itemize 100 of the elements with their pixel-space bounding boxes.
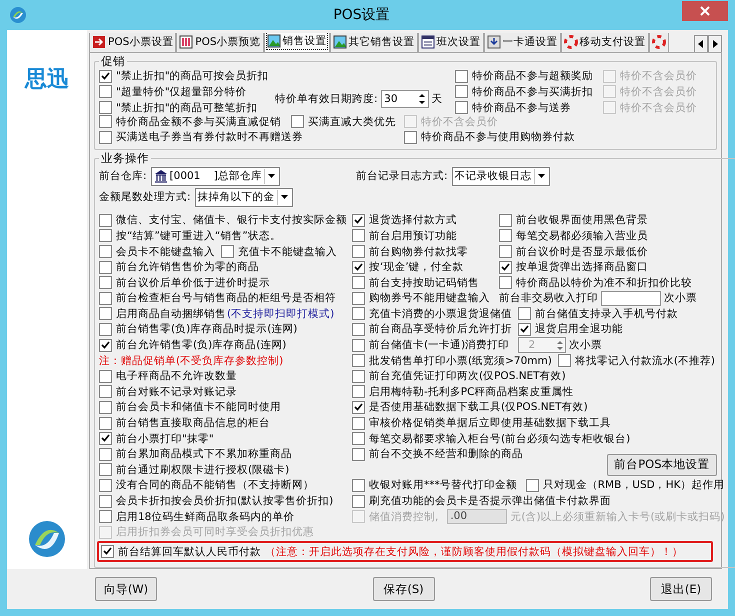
checkbox[interactable] (352, 432, 365, 446)
tab[interactable]: POS小票设置 (89, 33, 176, 52)
checkbox[interactable] (352, 370, 365, 383)
checkbox[interactable] (499, 245, 512, 258)
checkbox[interactable] (352, 354, 365, 368)
checkbox[interactable] (499, 214, 512, 227)
close-button[interactable] (682, 1, 728, 21)
checkbox[interactable] (99, 370, 112, 383)
exit-icon (92, 35, 106, 50)
checkbox[interactable] (352, 385, 365, 398)
checkbox[interactable] (352, 448, 365, 461)
checkbox[interactable] (99, 338, 112, 352)
checkbox[interactable] (352, 478, 365, 492)
checkbox[interactable] (99, 292, 112, 305)
checkbox[interactable] (499, 229, 512, 242)
caret-icon (281, 195, 288, 200)
option-label: 特价商品金额不参与买满直减促销 (116, 114, 281, 129)
option-label: 前台充值凭证打印两次(仅POS.NET有效) (369, 369, 566, 384)
tab[interactable]: POS小票预览 (176, 33, 264, 52)
log-mode-dropdown[interactable]: 不记录收银日志 (452, 166, 550, 186)
tab[interactable] (648, 33, 669, 52)
option-label: 前台支持按助记码销售 (369, 276, 479, 290)
checkbox[interactable] (352, 338, 365, 352)
checkbox[interactable] (99, 70, 112, 83)
dialog-button[interactable]: 退出(E) (650, 577, 712, 601)
option-label: 将找零记入付款流水(不推荐) (574, 354, 716, 368)
input-field[interactable] (601, 290, 661, 306)
checkbox[interactable] (352, 260, 365, 274)
checkbox[interactable] (518, 307, 531, 320)
checkbox[interactable] (99, 260, 112, 274)
checkbox[interactable] (99, 85, 112, 98)
checkbox[interactable] (99, 115, 112, 128)
option-label: 特价商品以特价为准不和折扣价比较 (516, 276, 692, 290)
checkbox[interactable] (99, 463, 112, 476)
checkbox[interactable] (99, 494, 112, 508)
option-label: 买满送电子券当有券付款时不再赠送券 (116, 130, 303, 144)
settings-button[interactable]: 前台POS本地设置 (607, 454, 717, 476)
checkbox[interactable] (99, 510, 112, 524)
number-spinner[interactable]: 30 (380, 90, 429, 108)
option-label: 充值卡不能键盘输入 (238, 244, 337, 259)
warehouse-dropdown[interactable]: [0001 ]总部仓库 (150, 166, 280, 186)
checkbox[interactable] (99, 322, 112, 336)
checkbox[interactable] (99, 214, 112, 227)
dialog-button[interactable]: 保存(S) (372, 577, 434, 601)
tab[interactable]: 班次设置 (418, 33, 484, 52)
option-text: 元(含)以上必须重新输入卡号(或刷卡或扫码) (510, 510, 725, 524)
checkbox[interactable] (99, 448, 112, 461)
checkbox[interactable] (291, 115, 304, 128)
checkbox[interactable] (352, 276, 365, 290)
option-label: 批发销售单打印小票(纸宽须>70mm) (369, 354, 552, 368)
option-label: 退货启用全退功能 (535, 322, 623, 336)
checkbox[interactable] (99, 229, 112, 242)
calendar-icon (420, 35, 435, 50)
option-label: 启用折扣券会员可同时享受会员折扣优惠 (116, 525, 314, 540)
checkbox[interactable] (455, 70, 468, 83)
checkbox[interactable] (558, 354, 571, 368)
checkbox[interactable] (99, 276, 112, 290)
checkbox[interactable] (499, 276, 512, 290)
checkbox[interactable] (99, 101, 112, 114)
checkbox[interactable] (221, 245, 234, 258)
checkbox[interactable] (352, 292, 365, 305)
checkbox[interactable] (352, 322, 365, 336)
checkbox[interactable] (455, 101, 468, 114)
checkbox[interactable] (352, 416, 365, 430)
checkbox[interactable] (99, 385, 112, 398)
option-label: 特价商品不参与使用购物券付款 (421, 130, 575, 144)
checkbox[interactable] (526, 478, 539, 492)
scroll-right-button[interactable] (708, 35, 722, 52)
rounding-dropdown[interactable]: 抹掉角以下的金 (194, 188, 293, 207)
tab[interactable]: 移动支付设置 (560, 33, 649, 52)
option-label: 前台对账不记录对账记录 (116, 384, 237, 399)
checkbox[interactable] (352, 245, 365, 258)
checkbox[interactable] (99, 478, 112, 492)
checkbox[interactable] (352, 400, 365, 414)
checkbox[interactable] (99, 416, 112, 430)
option-label: 每笔交易都要求输入柜台号(前台必须勾选专柜收银台) (369, 432, 630, 446)
checkbox[interactable] (404, 130, 417, 144)
checkbox[interactable] (499, 260, 512, 274)
checkbox[interactable] (99, 307, 112, 320)
window-title: POS设置 (332, 6, 391, 24)
checkbox[interactable] (99, 245, 112, 258)
checkbox[interactable] (99, 432, 112, 446)
checkbox[interactable] (518, 322, 531, 336)
option-label: 特价商品不参与超额奖励 (472, 69, 593, 84)
checkbox[interactable] (99, 400, 112, 414)
hint-text: (不支持即扫即打模式) (227, 306, 334, 321)
checkbox[interactable] (352, 307, 365, 320)
tab[interactable]: 销售设置 (264, 33, 330, 52)
tab[interactable]: 其它销售设置 (330, 33, 418, 52)
checkbox[interactable] (99, 130, 112, 144)
checkbox[interactable] (455, 85, 468, 98)
checkbox[interactable] (352, 494, 365, 508)
scroll-left-button[interactable] (694, 35, 708, 52)
tab[interactable]: 一卡通设置 (484, 33, 561, 52)
checkbox[interactable] (352, 229, 365, 242)
option-label: 会员卡折扣按会员价折扣(默认按零售价折扣) (116, 494, 334, 508)
option-label: 只对现金（RMB，USD，HK）起作用 (542, 478, 725, 492)
checkbox[interactable] (352, 214, 365, 227)
dialog-button[interactable]: 向导(W) (95, 577, 157, 601)
checkbox[interactable] (101, 545, 114, 558)
